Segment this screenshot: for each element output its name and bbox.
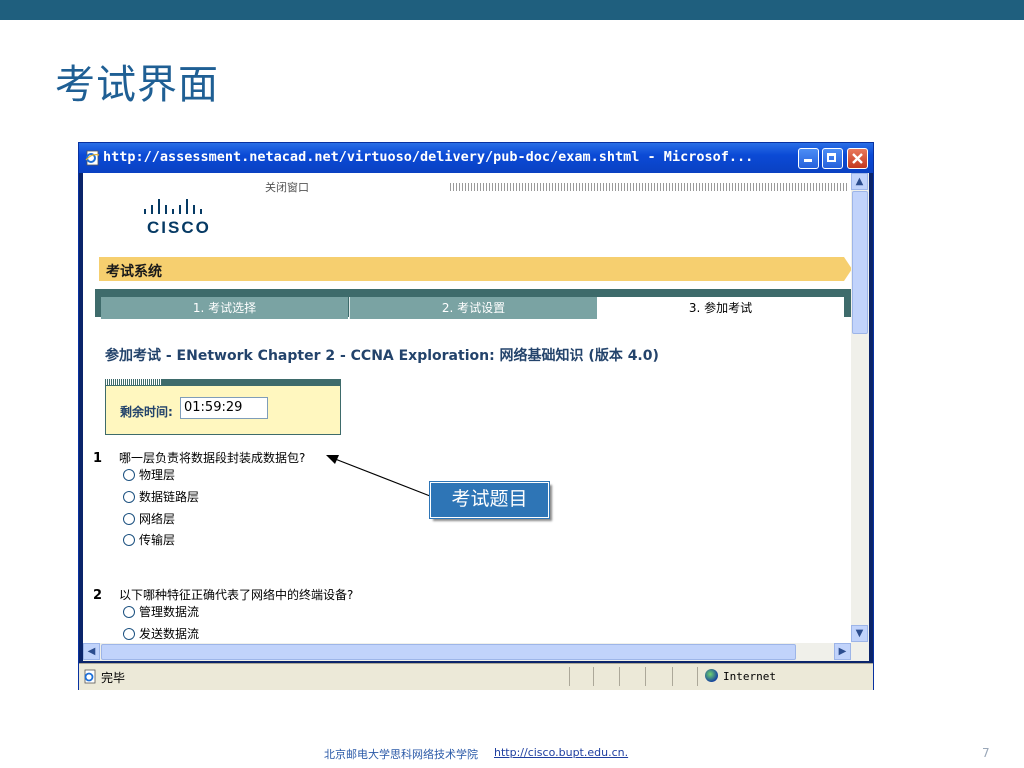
tab-exam-selection[interactable]: 1. 考试选择: [101, 297, 348, 319]
cisco-logo-icon: [144, 199, 202, 214]
answer-option[interactable]: 传输层: [123, 531, 175, 547]
scroll-up-arrow-icon[interactable]: ▲: [851, 173, 868, 190]
radio-button[interactable]: [123, 512, 135, 525]
tab-exam-settings[interactable]: 2. 考试设置: [349, 297, 597, 319]
question-number: 1: [93, 451, 103, 466]
slide-title: 考试界面: [55, 62, 219, 108]
footer-org: 北京邮电大学思科网络技术学院: [324, 748, 478, 761]
system-title: 考试系统: [106, 264, 162, 280]
radio-button[interactable]: [123, 468, 135, 481]
security-zone-text: Internet: [723, 670, 776, 683]
system-title-band: 考试系统: [99, 257, 851, 281]
radio-button[interactable]: [123, 605, 135, 618]
timer-box: 剩余时间: 01:59:29: [105, 385, 341, 435]
question-text: 哪一层负责将数据段封装成数据包?: [119, 451, 306, 465]
header-hatch-decoration: [450, 183, 848, 191]
exam-heading: 参加考试 - ENetwork Chapter 2 - CCNA Explora…: [105, 348, 659, 364]
close-window-link[interactable]: 关闭窗口: [265, 179, 309, 195]
ie-document-icon: [85, 150, 100, 166]
close-icon: [852, 153, 863, 164]
question-number: 2: [93, 588, 103, 603]
horizontal-scrollbar[interactable]: ◀ ▶: [83, 643, 869, 661]
page-done-icon: [84, 669, 96, 684]
close-window-button[interactable]: [847, 148, 868, 169]
cisco-logo-text: CISCO: [147, 218, 211, 237]
scroll-right-arrow-icon[interactable]: ▶: [834, 643, 851, 660]
timer-field: 01:59:29: [180, 397, 268, 419]
window-titlebar[interactable]: http://assessment.netacad.net/virtuoso/d…: [79, 143, 873, 173]
answer-option[interactable]: 网络层: [123, 510, 175, 526]
timer-label: 剩余时间:: [120, 405, 173, 419]
tab-take-exam[interactable]: 3. 参加考试: [597, 297, 844, 319]
page-number: 7: [982, 746, 990, 760]
answer-option[interactable]: 管理数据流: [123, 603, 199, 619]
browser-window: http://assessment.netacad.net/virtuoso/d…: [78, 142, 874, 690]
answer-option[interactable]: 数据链路层: [123, 488, 199, 504]
answer-option[interactable]: 发送数据流: [123, 625, 199, 641]
radio-button[interactable]: [123, 490, 135, 503]
radio-button[interactable]: [123, 627, 135, 640]
minimize-button[interactable]: [798, 148, 819, 169]
question-text: 以下哪种特征正确代表了网络中的终端设备?: [119, 588, 354, 602]
radio-button[interactable]: [123, 533, 135, 546]
status-bar: 完毕 Internet: [79, 663, 873, 690]
scroll-down-arrow-icon[interactable]: ▼: [851, 625, 868, 642]
scroll-left-arrow-icon[interactable]: ◀: [83, 643, 100, 660]
exam-question-callout: 考试题目: [429, 481, 550, 519]
slide-footer: 北京邮电大学思科网络技术学院 http://cisco.bupt.edu.cn.…: [0, 746, 1024, 762]
slide-top-bar: [0, 0, 1024, 20]
answer-option[interactable]: 物理层: [123, 466, 175, 482]
vertical-scroll-thumb[interactable]: [852, 191, 868, 334]
horizontal-scroll-thumb[interactable]: [101, 644, 796, 660]
window-title: http://assessment.netacad.net/virtuoso/d…: [103, 149, 754, 165]
page-viewport: 关闭窗口 CISCO 考试系统 1. 考试选择 2. 考试设置 3. 参加考试: [83, 173, 851, 659]
vertical-scrollbar[interactable]: ▲ ▼: [851, 173, 869, 643]
maximize-button[interactable]: [822, 148, 843, 169]
status-text: 完毕: [101, 671, 126, 685]
footer-url-link[interactable]: http://cisco.bupt.edu.cn.: [494, 746, 628, 759]
